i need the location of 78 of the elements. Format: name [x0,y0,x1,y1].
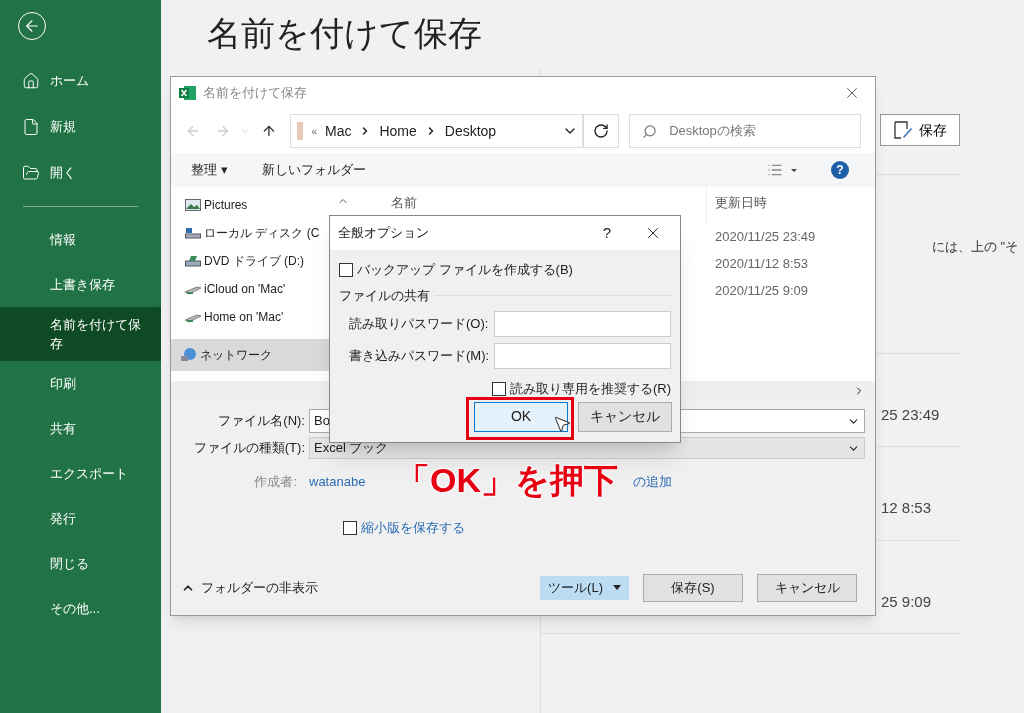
sidebar-item[interactable]: 発行 [0,496,161,541]
folder-tree-item[interactable]: Pictures [171,191,351,219]
column-header[interactable]: 更新日時 [715,193,816,213]
sidebar-item[interactable]: ホーム [0,58,161,104]
author-link[interactable]: watanabe [309,472,366,492]
sidebar-item[interactable]: 閉じる [0,541,161,586]
column-header[interactable]: 名前 [391,193,417,213]
checkbox-label[interactable]: バックアップ ファイルを作成する(B) [357,260,573,280]
network-icon [181,347,197,363]
list-view-icon [767,162,783,178]
view-menu[interactable] [767,162,797,178]
organize-menu[interactable]: 整理 ▾ [191,160,228,180]
dialog-title: 名前を付けて保存 [203,84,307,103]
network-drive-icon [185,283,201,295]
folder-icon [22,164,40,182]
dialog-button[interactable]: OK [474,401,568,432]
dialog-button[interactable]: キャンセル [757,573,857,602]
dialog-title: 全般オプション [338,224,430,243]
new-folder-button[interactable]: 新しいフォルダー [261,160,366,180]
refresh-button[interactable] [583,114,620,148]
modified-date: 2020/11/25 23:49 [715,227,816,246]
checkbox[interactable] [339,262,353,277]
dialog-button[interactable]: 保存(S) [643,573,743,602]
sidebar-item[interactable]: 新規 [0,104,161,150]
hide-folders-link[interactable]: フォルダーの非表示 [201,577,318,598]
field-label: ファイル名(N): [217,412,306,431]
sidebar-item[interactable]: 名前を付けて保存 [0,307,161,361]
modified-date: 25 23:49 [881,404,940,425]
modified-date: 2020/11/25 9:09 [715,281,809,300]
folder-tree-item[interactable]: DVD ドライブ (D:) [171,247,351,275]
field-label: ファイルの種類(T): [192,439,306,458]
field-label: 作成者: [253,473,298,492]
dvd-drive-icon [185,255,201,267]
sidebar-item[interactable]: 共有 [0,406,161,451]
breadcrumb[interactable]: Home [379,120,417,142]
save-button[interactable]: 保存 [880,114,960,146]
breadcrumb[interactable]: Mac [324,120,352,142]
refresh-icon [593,123,610,139]
group-label: ファイルの共有 [339,286,430,305]
dialog-button[interactable]: キャンセル [578,401,672,432]
checkbox-label[interactable]: 縮小版を保存する [361,518,465,538]
modified-date: 2020/11/12 8:53 [715,254,809,273]
address-bar[interactable]: « Mac Home Desktop [290,114,584,148]
field-label: 読み取りパスワード(O): [348,315,490,334]
password-field[interactable] [494,343,671,369]
cursor-icon [552,414,572,434]
sidebar-item[interactable]: 開く [0,150,161,196]
page-title: 名前を付けて保存 [207,13,483,54]
password-field[interactable] [494,311,671,337]
modified-date: 12 8:53 [881,498,932,518]
help-icon[interactable]: ? [831,161,849,179]
checkbox-label[interactable]: 読み取り専用を推奨する(R) [509,379,671,399]
save-pen-icon [893,121,913,139]
callout-text: 「OK」を押下 [396,460,618,501]
checkbox[interactable] [491,381,506,396]
modified-date: 25 9:09 [881,591,932,612]
help-button[interactable]: ? [592,221,622,245]
sidebar-item[interactable]: 情報 [0,217,161,262]
field-label: 書き込みパスワード(M): [348,347,491,366]
network-drive-icon [185,311,201,323]
tools-menu[interactable]: ツール(L) [540,575,629,600]
folder-icon [297,122,304,140]
sidebar-item[interactable]: 印刷 [0,361,161,406]
hint-text: には、上の "そ [931,238,1018,256]
home-icon [22,72,40,90]
drive-icon [185,227,201,239]
picture-icon [185,199,201,211]
search-field[interactable]: Desktopの検索 [629,114,862,148]
sidebar-item[interactable]: その他... [0,586,161,631]
sidebar-item[interactable]: エクスポート [0,451,161,496]
add-tag-link[interactable]: の追加 [633,472,673,492]
document-icon [22,118,40,136]
breadcrumb[interactable]: Desktop [444,120,497,142]
search-icon [642,123,658,139]
sidebar-item[interactable]: 上書き保存 [0,262,161,307]
checkbox[interactable] [343,520,357,535]
breadcrumb[interactable]: « [311,123,317,139]
spreadsheet-app-icon [179,85,197,101]
